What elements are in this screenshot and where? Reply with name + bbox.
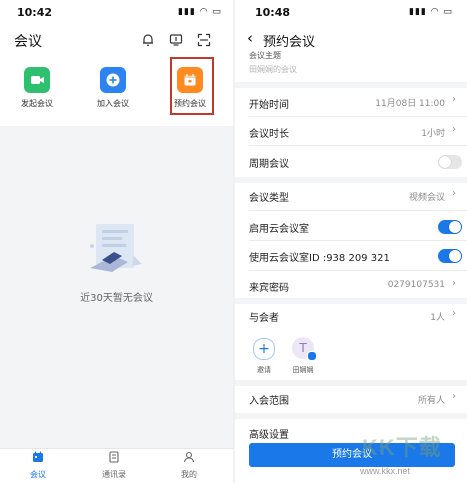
meeting-list-empty-area [0,126,233,448]
chevron-right-icon: › [452,94,456,105]
password-label: 来宾密码 [249,283,289,294]
watermark-brand: KK下载 [362,435,442,460]
chevron-right-icon: › [452,188,456,199]
cloud-id-label: 使用云会议室ID :938 209 321 [249,253,390,264]
subject-label: 会议主题 [249,51,281,60]
row-divider [249,210,467,211]
contacts-icon [86,451,142,468]
calendar-icon [10,451,66,468]
chevron-right-icon: › [452,278,456,289]
cloud-room-label: 启用云会议室 [249,224,309,235]
participants-label: 与会者 [249,313,279,324]
invite-label: 邀请 [257,366,271,374]
tab-meetings[interactable]: 会议 [10,451,66,480]
start-time-value[interactable]: 11月08日 11:00 [335,96,445,109]
chevron-right-icon: › [452,124,456,135]
cloud-room-toggle[interactable] [438,220,462,234]
recurring-label: 周期会议 [249,159,289,170]
status-icons: ▮▮▮ ◠ ▭ [409,7,453,17]
status-time: 10:42 [17,6,53,19]
tab-meetings-label: 会议 [30,470,46,479]
participants-value[interactable]: 1人 [385,310,445,323]
schedule-meeting-screen: 10:48 ▮▮▮ ◠ ▭ ‹ 预约会议 会议主题 田娴娴的会议 开始时间 11… [235,0,467,483]
duration-label: 会议时长 [249,129,289,140]
video-icon [24,67,50,93]
recurring-toggle[interactable] [438,155,462,169]
tab-contacts[interactable]: 通讯录 [86,451,142,480]
join-meeting-button[interactable]: 加入会议 [83,67,143,109]
row-divider [249,145,467,146]
status-icons: ▮▮▮ ◠ ▭ [178,7,222,17]
row-divider [249,240,467,241]
chevron-right-icon: › [452,391,456,402]
empty-illustration [90,224,142,272]
schedule-meeting-label: 预约会议 [174,99,206,108]
scope-label: 入会范围 [249,396,289,407]
scan-icon[interactable] [197,33,211,47]
join-meeting-label: 加入会议 [97,99,129,108]
tab-contacts-label: 通讯录 [102,470,126,479]
status-time: 10:48 [255,6,291,19]
invite-plus-icon[interactable]: + [253,338,275,360]
chevron-right-icon: › [452,308,456,319]
cloud-id-toggle[interactable] [438,249,462,263]
advanced-settings-label[interactable]: 高级设置 [249,426,289,441]
start-meeting-label: 发起会议 [21,99,53,108]
meetings-home-screen: 10:42 ▮▮▮ ◠ ▭ 会议 发起会议 加入会议 预约会议 近30天暂无会议… [0,0,233,483]
tab-me[interactable]: 我的 [161,451,217,480]
plus-icon [100,67,126,93]
watermark: KK下载 [362,430,454,460]
host-badge-icon [307,351,317,361]
scope-value[interactable]: 所有人 [385,393,445,406]
section-separator [235,177,467,183]
empty-text: 近30天暂无会议 [80,293,153,304]
section-separator [235,380,467,386]
password-value[interactable]: 0279107531 [355,280,445,290]
meeting-type-value[interactable]: 视频会议 [345,190,445,203]
person-icon [161,451,217,468]
back-chevron-icon[interactable]: ‹ [247,29,253,47]
participant-name: 田娴娴 [292,366,314,374]
duration-value[interactable]: 1小时 [345,126,445,139]
page-title: 会议 [14,34,42,50]
calendar-icon [177,67,203,93]
start-meeting-button[interactable]: 发起会议 [7,67,67,109]
schedule-meeting-button[interactable]: 预约会议 [160,67,220,109]
watermark-url: www.kkx.net [360,466,411,476]
page-title: 预约会议 [263,35,316,50]
screen-share-icon[interactable] [169,33,183,47]
row-divider [249,116,467,117]
tabbar-divider [0,448,233,449]
section-separator [235,82,467,88]
section-separator [235,413,467,419]
tab-me-label: 我的 [181,470,197,479]
row-divider [249,270,467,271]
section-separator [235,298,467,304]
subject-input[interactable]: 田娴娴的会议 [249,64,297,75]
start-time-label: 开始时间 [249,100,289,111]
bell-icon[interactable] [141,33,155,47]
meeting-type-label: 会议类型 [249,193,289,204]
